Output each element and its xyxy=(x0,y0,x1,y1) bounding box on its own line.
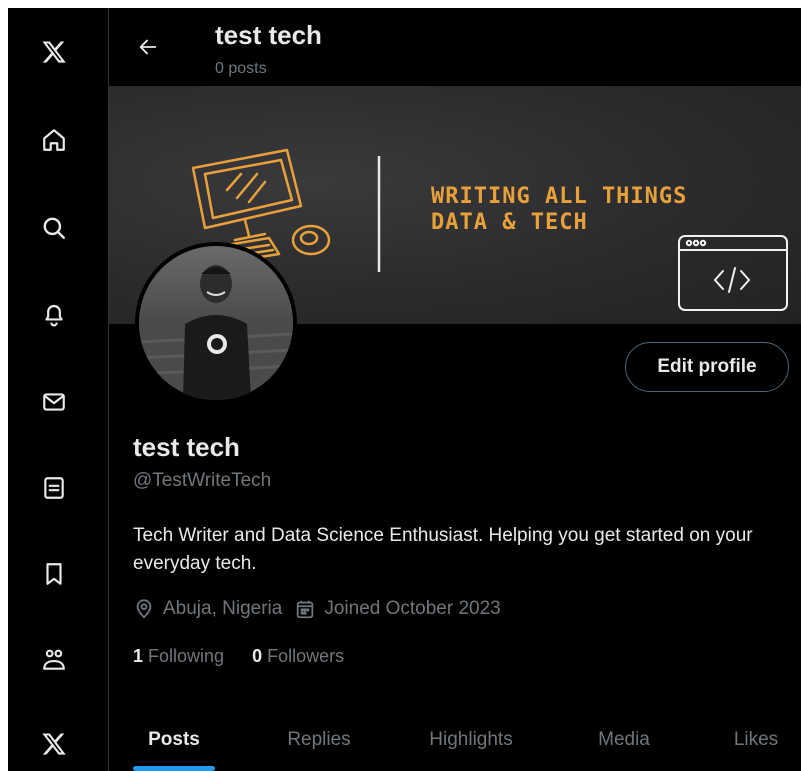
x-premium-icon[interactable] xyxy=(38,728,70,760)
profile-handle: @TestWriteTech xyxy=(133,470,272,491)
list-icon[interactable] xyxy=(38,472,70,504)
following-link[interactable]: 1 Following xyxy=(133,646,224,667)
banner-tagline: WRITING ALL THINGS DATA & TECH xyxy=(431,184,687,236)
profile-name: test tech xyxy=(133,432,240,462)
profile-bio: Tech Writer and Data Science Enthusiast.… xyxy=(133,525,753,574)
location-pin-icon xyxy=(136,599,152,619)
header-post-count: 0 posts xyxy=(215,60,267,77)
following-count: 1 xyxy=(133,646,144,666)
followers-label: Followers xyxy=(267,646,345,666)
follow-stats: 1 Following 0 Followers xyxy=(133,646,372,667)
tab-media[interactable]: Media xyxy=(587,708,661,771)
home-icon[interactable] xyxy=(38,124,70,156)
profile-avatar[interactable] xyxy=(135,242,297,404)
x-logo-icon[interactable] xyxy=(38,36,70,68)
back-arrow-icon[interactable] xyxy=(133,32,163,62)
joined-item: Joined October 2023 xyxy=(294,598,501,620)
tab-replies[interactable]: Replies xyxy=(269,708,369,771)
banner-line-1: WRITING ALL THINGS xyxy=(431,184,688,209)
bookmark-icon[interactable] xyxy=(38,558,70,590)
profile-column: test tech 0 posts WRITING ALL THINGS DAT… xyxy=(109,8,801,771)
following-label: Following xyxy=(148,646,225,666)
avatar-photo xyxy=(139,246,293,400)
location-item: Abuja, Nigeria xyxy=(133,598,282,620)
profile-header-bar: test tech 0 posts xyxy=(109,8,801,86)
tab-highlights[interactable]: Highlights xyxy=(415,708,527,771)
tab-posts[interactable]: Posts xyxy=(133,708,215,771)
profile-tabs: Posts Replies Highlights Media Likes xyxy=(109,708,801,771)
header-title: test tech xyxy=(215,20,322,50)
twitter-profile-page: test tech 0 posts WRITING ALL THINGS DAT… xyxy=(8,8,801,771)
followers-count: 0 xyxy=(252,646,263,666)
joined-text: Joined October 2023 xyxy=(324,598,501,619)
calendar-icon xyxy=(297,600,314,619)
edit-profile-button[interactable]: Edit profile xyxy=(625,342,789,392)
bell-icon[interactable] xyxy=(38,298,70,330)
tab-likes[interactable]: Likes xyxy=(723,708,789,771)
location-text: Abuja, Nigeria xyxy=(163,598,283,619)
followers-link[interactable]: 0 Followers xyxy=(252,646,344,667)
profile-meta: Abuja, Nigeria Joined October 2023 xyxy=(133,598,513,620)
communities-icon[interactable] xyxy=(38,644,70,676)
mail-icon[interactable] xyxy=(38,386,70,418)
banner-line-2: DATA & TECH xyxy=(431,210,588,235)
active-tab-indicator xyxy=(133,766,215,771)
sidebar-nav xyxy=(8,8,109,771)
search-icon[interactable] xyxy=(38,212,70,244)
